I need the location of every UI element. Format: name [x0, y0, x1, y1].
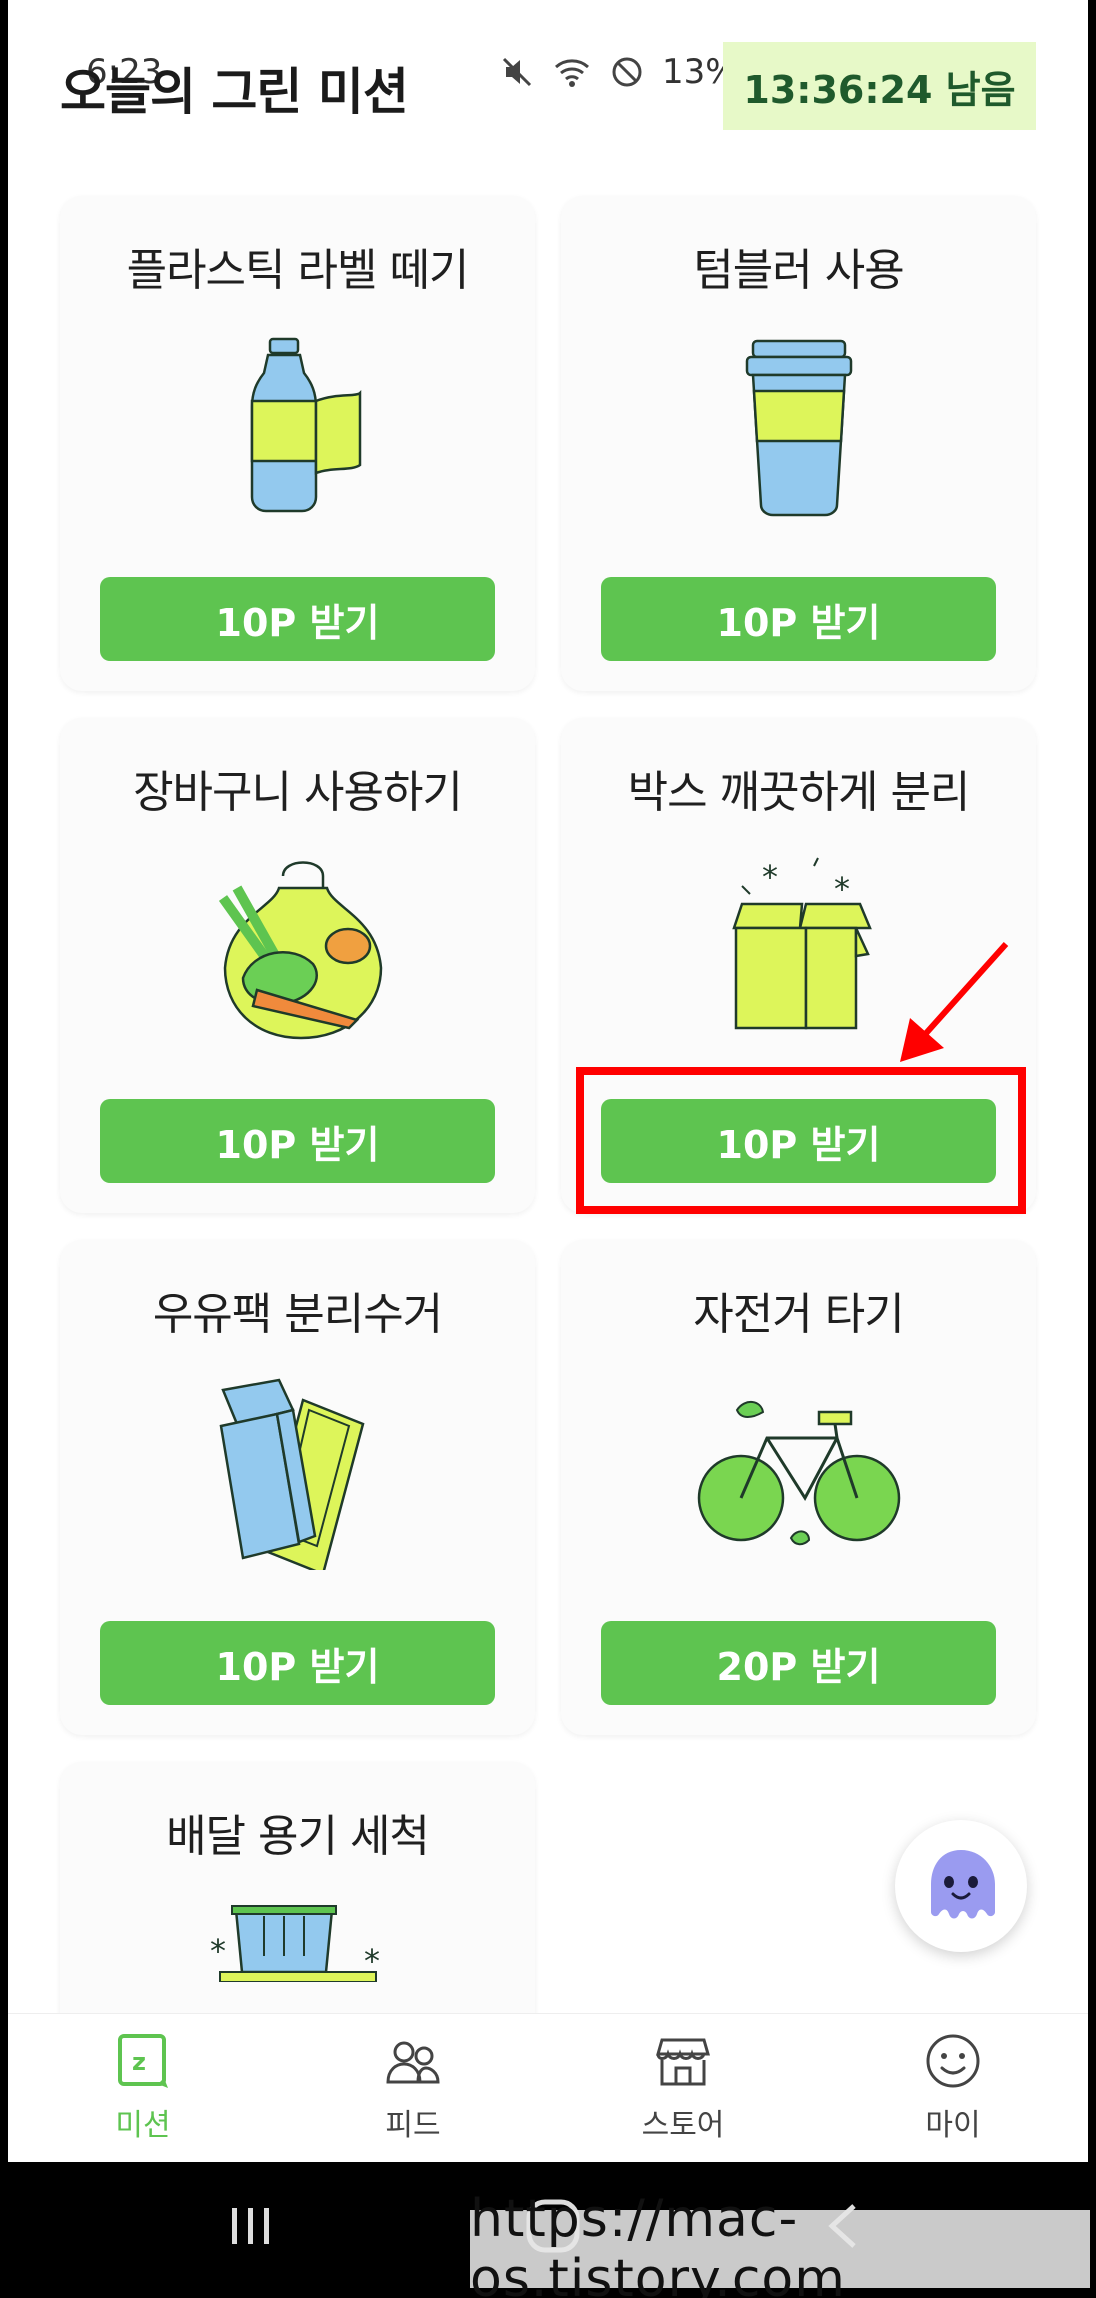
milk-carton-icon [60, 1370, 535, 1570]
mission-card: 박스 깨끗하게 분리 * * 10P 받기 [561, 718, 1036, 1213]
recent-apps-icon[interactable] [228, 2202, 276, 2250]
mission-card: 우유팩 분리수거 10P 받기 [60, 1240, 535, 1735]
bicycle-icon [561, 1370, 1036, 1570]
svg-text:*: * [834, 870, 850, 908]
mission-card: 텀블러 사용 10P 받기 [561, 196, 1036, 691]
mission-card: 배달 용기 세척 * * [60, 1762, 535, 2022]
nav-label: 마이 [925, 2108, 981, 2143]
claim-points-button[interactable]: 10P 받기 [601, 577, 996, 661]
wifi-icon [555, 59, 589, 87]
mission-title: 텀블러 사용 [693, 245, 904, 296]
bottom-navigation: z 미션 피드 스토어 마이 [8, 2013, 1088, 2162]
plastic-bottle-icon [60, 326, 535, 526]
screen-border-left [0, 0, 8, 2162]
nav-label: 스토어 [641, 2108, 725, 2143]
mission-timer: 13:36:24 남음 [723, 42, 1036, 130]
nav-item-feed[interactable]: 피드 [278, 2014, 548, 2162]
shopping-bag-icon [60, 848, 535, 1048]
mission-title: 우유팩 분리수거 [152, 1289, 443, 1340]
page-title: 오늘의 그린 미션 [60, 63, 409, 121]
claim-points-button[interactable]: 10P 받기 [601, 1099, 996, 1183]
mission-title: 박스 깨끗하게 분리 [627, 767, 971, 818]
people-icon [386, 2041, 440, 2084]
box-icon: * * [561, 848, 1036, 1048]
tumbler-icon [561, 326, 1036, 526]
chatbot-button[interactable] [895, 1820, 1027, 1952]
mission-title: 배달 용기 세척 [166, 1811, 430, 1862]
delivery-container-icon: * * [60, 1902, 535, 1982]
claim-points-button[interactable]: 20P 받기 [601, 1621, 996, 1705]
nav-label: 피드 [385, 2108, 441, 2143]
nav-label: 미션 [115, 2108, 171, 2143]
svg-text:*: * [210, 1932, 226, 1970]
mute-icon [502, 57, 532, 87]
claim-points-button[interactable]: 10P 받기 [100, 577, 495, 661]
svg-text:z: z [132, 2048, 146, 2076]
store-icon [656, 2038, 710, 2086]
svg-text:*: * [762, 858, 778, 896]
mission-title: 플라스틱 라벨 떼기 [126, 245, 470, 296]
mission-icon: z [118, 2034, 168, 2088]
mission-title: 자전거 타기 [693, 1289, 904, 1340]
mission-card: 장바구니 사용하기 10P 받기 [60, 718, 535, 1213]
mission-card: 플라스틱 라벨 떼기 10P 받기 [60, 196, 535, 691]
app-screen: 6:23 오늘의 그린 미션 13% 13:36:24 남음 플라스틱 라벨 떼… [0, 0, 1096, 2298]
mission-card: 자전거 타기 20P 받기 [561, 1240, 1036, 1735]
smiley-icon [926, 2034, 980, 2088]
nav-item-store[interactable]: 스토어 [548, 2014, 818, 2162]
nav-item-mission[interactable]: z 미션 [8, 2014, 278, 2162]
do-not-disturb-icon [612, 57, 642, 87]
chatbot-icon [931, 1850, 995, 1919]
screen-border-right [1088, 0, 1096, 2162]
claim-points-button[interactable]: 10P 받기 [100, 1099, 495, 1183]
nav-item-my[interactable]: 마이 [818, 2014, 1088, 2162]
claim-points-button[interactable]: 10P 받기 [100, 1621, 495, 1705]
watermark: https://mac-os.tistory.com [470, 2189, 1090, 2298]
mission-title: 장바구니 사용하기 [133, 767, 463, 818]
